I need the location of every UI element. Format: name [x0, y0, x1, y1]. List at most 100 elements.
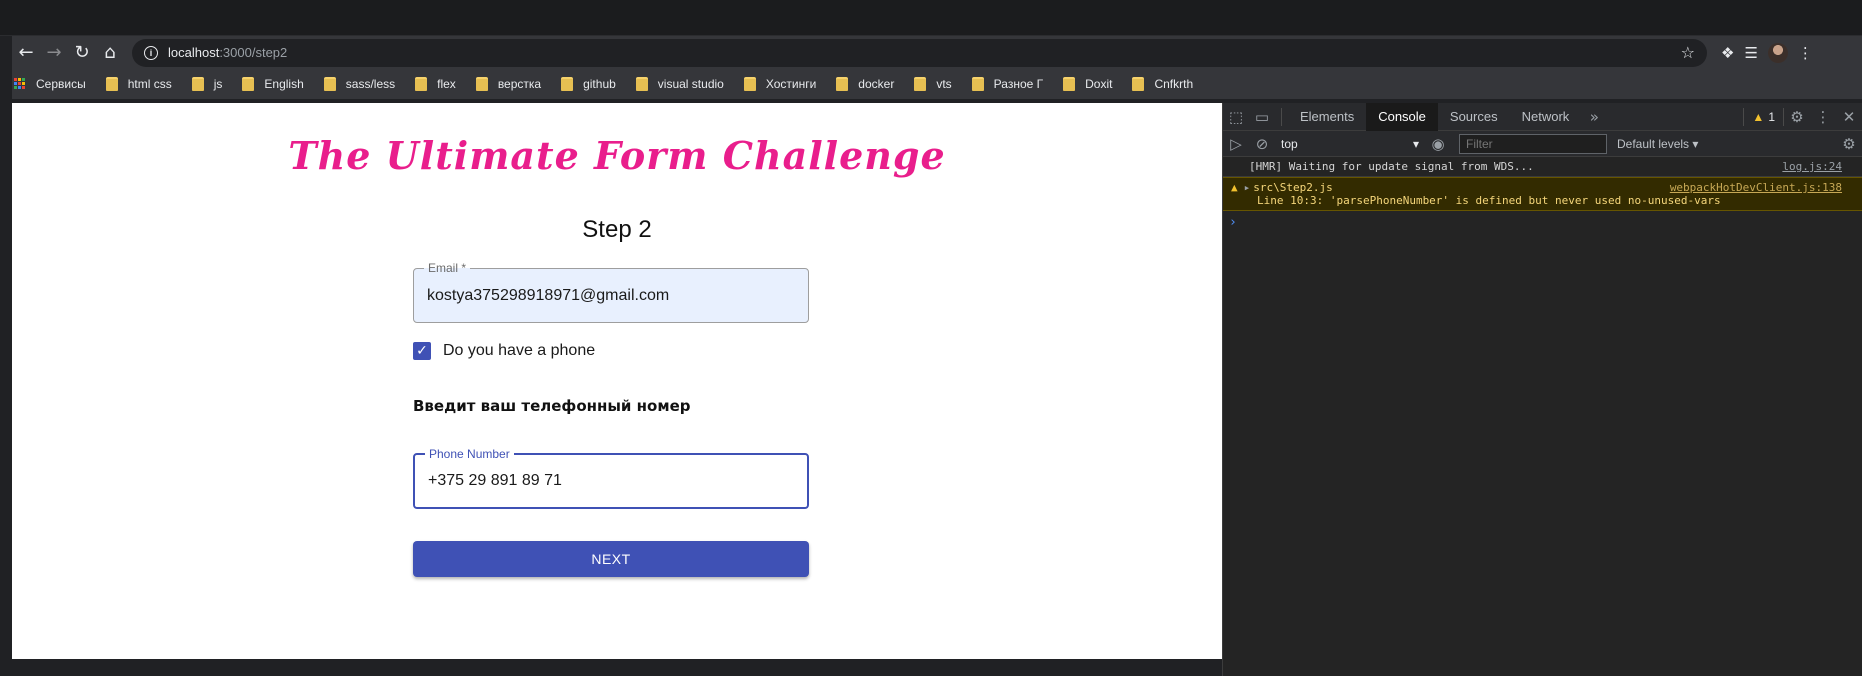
clear-console-icon[interactable]: ⊘ [1249, 130, 1275, 158]
bookmark-folder[interactable]: js [191, 77, 223, 91]
log-levels-dropdown[interactable]: Default levels ▾ [1617, 137, 1698, 151]
devtools-tab-bar: ⬚ ▭ Elements Console Sources Network » ▲… [1223, 102, 1862, 131]
context-value: top [1281, 136, 1298, 151]
bookmark-label: Хостинги [765, 77, 817, 91]
more-tabs-icon[interactable]: » [1581, 103, 1607, 131]
bookmark-label: js [213, 77, 223, 91]
forward-icon[interactable]: → [40, 39, 68, 67]
bookmark-label: верстка [497, 77, 542, 91]
bookmarks-bar: Сервисы html css js English sass/less fl… [12, 69, 1862, 99]
has-phone-label: Do you have a phone [443, 342, 596, 359]
warning-row[interactable]: ▲ ▸ src\Step2.js webpackHotDevClient.js:13… [1223, 177, 1862, 211]
tab-console[interactable]: Console [1366, 102, 1438, 131]
folder-icon [105, 77, 118, 91]
address-bar[interactable]: i localhost:3000/step2 ☆ [132, 38, 1707, 67]
page-viewport: The Ultimate Form Challenge Step 2 Email… [12, 103, 1222, 659]
context-select[interactable]: top ▾ [1275, 137, 1425, 151]
folder-icon [475, 77, 488, 91]
bookmark-label: html css [127, 77, 172, 91]
bookmark-folder[interactable]: github [561, 77, 616, 91]
bookmark-folder[interactable]: html css [105, 77, 172, 91]
warning-file: src\Step2.js [1253, 181, 1333, 194]
email-label: Email * [424, 261, 471, 275]
tab-sources[interactable]: Sources [1438, 103, 1510, 131]
bookmark-folder[interactable]: Хостинги [743, 77, 817, 91]
console-prompt-icon[interactable]: › [1223, 211, 1862, 230]
close-icon[interactable]: ✕ [1836, 103, 1862, 131]
back-icon[interactable]: ← [12, 39, 40, 67]
folder-icon [191, 77, 204, 91]
browser-toolbar: ← → ↻ ⌂ i localhost:3000/step2 ☆ ❖ ☰ ⋮ [12, 36, 1862, 69]
expand-caret-icon[interactable]: ▸ [1244, 181, 1251, 194]
bookmark-label: github [583, 77, 616, 91]
log-row: [HMR] Waiting for update signal from WDS… [1223, 157, 1862, 177]
inspect-element-icon[interactable]: ⬚ [1223, 103, 1249, 131]
next-button[interactable]: NEXT [413, 541, 809, 577]
url-host: localhost [168, 45, 220, 60]
bookmark-folder[interactable]: docker [836, 77, 894, 91]
screen: ← → ↻ ⌂ i localhost:3000/step2 ☆ ❖ ☰ ⋮ С… [0, 0, 1862, 676]
step-title: Step 2 [582, 216, 652, 243]
extensions-icon[interactable]: ❖ [1721, 44, 1734, 62]
bookmark-apps[interactable]: Сервисы [14, 77, 86, 91]
bookmark-folder[interactable]: Doxit [1063, 77, 1112, 91]
has-phone-checkbox-row[interactable]: ✓ Do you have a phone [413, 342, 595, 360]
folder-icon [415, 77, 428, 91]
warning-count: 1 [1768, 109, 1775, 124]
toolbar-right: ❖ ☰ ⋮ [1721, 42, 1813, 63]
warning-message: Line 10:3: 'parsePhoneNumber' is defined… [1257, 194, 1721, 207]
log-source-link[interactable]: log.js:24 [1782, 160, 1842, 173]
bookmark-folder[interactable]: vts [914, 77, 952, 91]
checkbox-checked-icon[interactable]: ✓ [413, 342, 431, 360]
bookmark-folder[interactable]: flex [415, 77, 456, 91]
console-settings-icon[interactable]: ⚙ [1836, 130, 1862, 158]
sidebar-toggle-icon[interactable]: ▷ [1223, 130, 1249, 158]
email-value: kostya375298918971@gmail.com [427, 287, 670, 304]
reload-icon[interactable]: ↻ [68, 39, 96, 67]
bookmark-folder[interactable]: верстка [475, 77, 542, 91]
site-info-icon[interactable]: i [144, 45, 158, 60]
live-expression-eye-icon[interactable]: ◉ [1425, 130, 1451, 158]
divider [1281, 107, 1282, 126]
url-path: :3000/step2 [219, 45, 288, 60]
bookmark-folder[interactable]: visual studio [635, 77, 724, 91]
chevron-down-icon: ▾ [1412, 136, 1419, 151]
bookmark-folder[interactable]: sass/less [323, 77, 396, 91]
warning-header: ▲ ▸ src\Step2.js webpackHotDevClient.js:13… [1231, 181, 1842, 194]
filter-input[interactable] [1459, 133, 1607, 154]
chevron-down-icon: ▾ [1692, 136, 1699, 151]
bookmark-folder[interactable]: English [242, 77, 304, 91]
folder-icon [1132, 77, 1145, 91]
bookmark-label: sass/less [345, 77, 396, 91]
levels-label: Default levels [1617, 136, 1690, 151]
log-text: [HMR] Waiting for update signal from WDS… [1249, 160, 1534, 173]
console-output: [HMR] Waiting for update signal from WDS… [1223, 157, 1862, 230]
bookmark-label: vts [936, 77, 952, 91]
bookmark-label: Разное Г [993, 77, 1044, 91]
warning-counter[interactable]: ▲ 1 [1743, 107, 1784, 126]
phone-hint: Введит ваш телефонный номер [413, 397, 691, 415]
settings-gear-icon[interactable]: ⚙ [1784, 103, 1810, 131]
warning-source-link[interactable]: webpackHotDevClient.js:138 [1670, 181, 1842, 194]
folder-icon [971, 77, 984, 91]
app-title: The Ultimate Form Challenge [288, 133, 946, 178]
folder-icon [561, 77, 574, 91]
phone-number-value: +375 29 891 89 71 [428, 472, 562, 489]
bookmark-star-icon[interactable]: ☆ [1681, 43, 1695, 62]
menu-icon[interactable]: ⋮ [1798, 44, 1813, 62]
bookmark-folder[interactable]: Разное Г [971, 77, 1044, 91]
warning-icon: ▲ [1752, 109, 1765, 124]
home-icon[interactable]: ⌂ [96, 39, 124, 67]
bookmark-label: Cnfkrth [1154, 77, 1194, 91]
tab-elements[interactable]: Elements [1288, 103, 1366, 131]
email-field[interactable]: Email * kostya375298918971@gmail.com [413, 261, 809, 323]
media-control-icon[interactable]: ☰ [1744, 44, 1757, 62]
folder-icon [1063, 77, 1076, 91]
folder-icon [323, 77, 336, 91]
profile-avatar[interactable] [1767, 42, 1788, 63]
phone-number-field[interactable]: Phone Number +375 29 891 89 71 [413, 447, 809, 509]
tab-network[interactable]: Network [1510, 103, 1582, 131]
device-toolbar-icon[interactable]: ▭ [1249, 103, 1275, 131]
bookmark-folder[interactable]: Cnfkrth [1132, 77, 1193, 91]
devtools-menu-icon[interactable]: ⋮ [1810, 103, 1836, 131]
